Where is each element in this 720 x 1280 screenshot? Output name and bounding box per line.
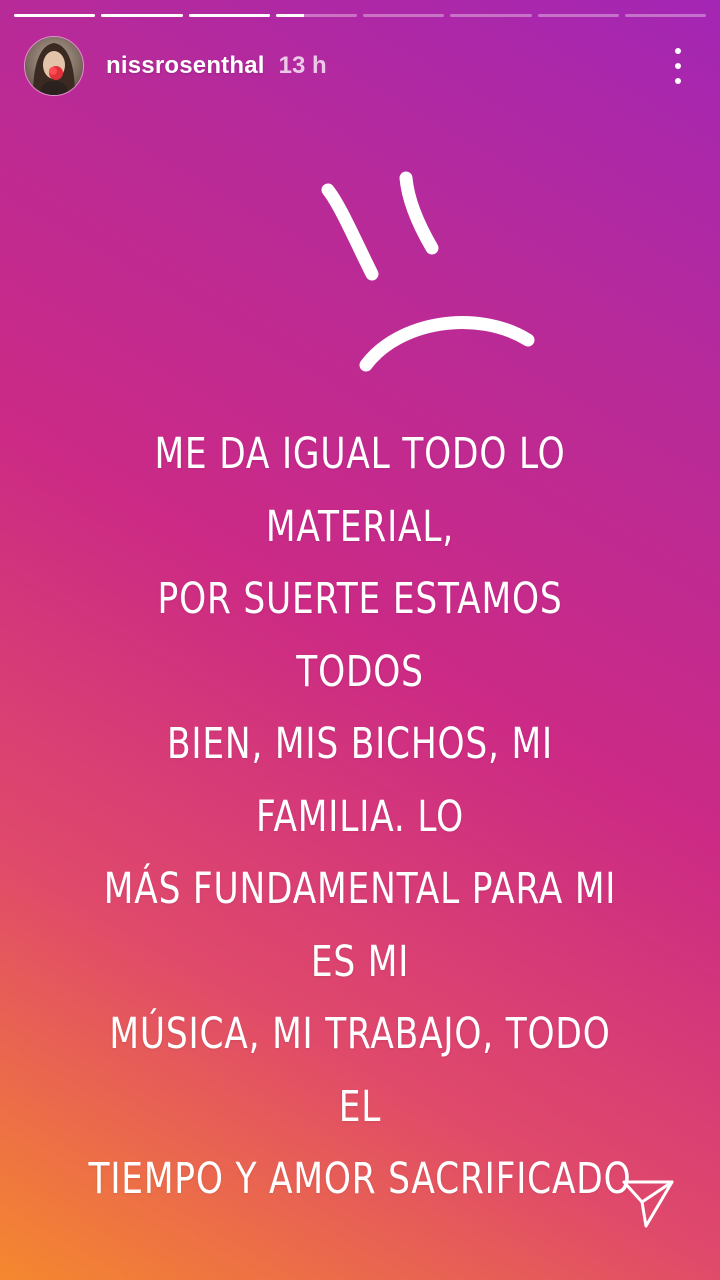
more-options-button[interactable] xyxy=(666,48,690,84)
story-progress-fill xyxy=(14,14,96,17)
sad-face-sticker xyxy=(321,171,535,372)
story-progress-segment xyxy=(450,14,532,17)
avatar-photo-icon xyxy=(25,37,83,95)
story-progress-segment xyxy=(14,14,96,17)
more-vertical-icon xyxy=(675,48,681,54)
sad-face-right-eye xyxy=(399,171,439,255)
story-progress-segment xyxy=(188,14,270,17)
story-timestamp: 13 h xyxy=(278,52,327,79)
sad-face-left-eye xyxy=(321,183,379,281)
story-progress-fill xyxy=(188,14,270,17)
avatar[interactable] xyxy=(24,36,84,96)
story-progress-segment xyxy=(624,14,706,17)
send-button[interactable] xyxy=(620,1176,676,1232)
sad-face-mouth xyxy=(359,316,535,372)
story-progress-fill xyxy=(101,14,183,17)
more-vertical-icon-dot xyxy=(675,63,681,69)
story-progress-segment xyxy=(537,14,619,17)
story-progress-bar xyxy=(14,14,706,18)
story-progress-segment xyxy=(275,14,357,17)
send-icon xyxy=(622,1180,674,1228)
story-progress-segment xyxy=(363,14,445,17)
story-text: ME DA IGUAL TODO LO MATERIAL, POR SUERTE… xyxy=(88,429,632,1204)
story-progress-fill xyxy=(275,14,305,17)
story-header: nissrosenthal 13 h xyxy=(24,36,327,96)
story-progress-segment xyxy=(101,14,183,17)
more-vertical-icon-dot xyxy=(675,78,681,84)
story-username[interactable]: nissrosenthal xyxy=(106,52,265,80)
